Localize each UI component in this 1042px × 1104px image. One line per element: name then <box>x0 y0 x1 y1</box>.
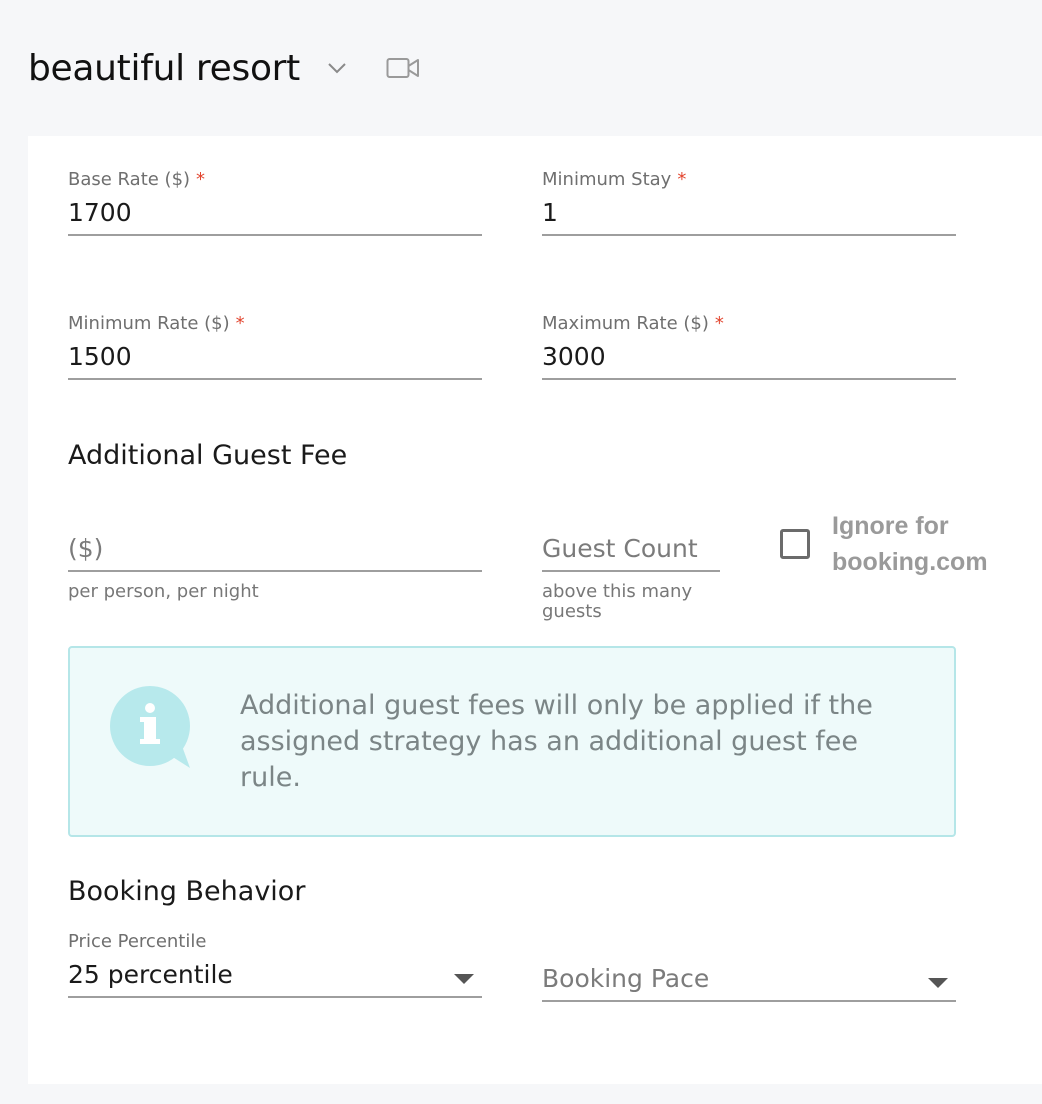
info-text: Additional guest fees will only be appli… <box>240 690 873 793</box>
guest-count-helper: above this many guests <box>542 581 693 622</box>
additional-guest-fee-title: Additional Guest Fee <box>68 440 348 471</box>
booking-pace-value[interactable]: Booking Pace <box>542 962 956 996</box>
base-rate-field[interactable]: Base Rate ($) * 1700 <box>68 168 482 236</box>
guest-fee-input[interactable]: ($) <box>68 532 482 566</box>
maximum-rate-label: Maximum Rate ($) * <box>542 313 724 334</box>
info-speech-bubble-icon <box>110 686 192 770</box>
price-percentile-value[interactable]: 25 percentile <box>68 958 482 992</box>
minimum-stay-input[interactable]: 1 <box>542 196 956 230</box>
booking-behavior-title: Booking Behavior <box>68 876 306 907</box>
base-rate-underline <box>68 234 482 236</box>
dropdown-arrow-icon[interactable] <box>454 974 474 984</box>
guest-fee-helper: per person, per night <box>68 581 259 602</box>
base-rate-input[interactable]: 1700 <box>68 196 482 230</box>
chevron-down-icon[interactable] <box>326 57 348 79</box>
settings-card: Base Rate ($) * 1700 Minimum Stay * 1 Mini… <box>28 136 1042 1084</box>
maximum-rate-field[interactable]: Maximum Rate ($) * 3000 <box>542 312 956 380</box>
dropdown-arrow-icon[interactable] <box>928 978 948 988</box>
minimum-rate-input[interactable]: 1500 <box>68 340 482 374</box>
guest-fee-underline <box>68 570 482 572</box>
price-percentile-select[interactable]: Price Percentile 25 percentile <box>68 930 482 998</box>
ignore-booking-com-checkbox-group[interactable]: Ignore for booking.com <box>780 508 1002 580</box>
price-percentile-underline <box>68 996 482 998</box>
guest-count-input[interactable]: Guest Count <box>542 532 720 566</box>
page-header: beautiful resort <box>28 44 420 92</box>
minimum-rate-field[interactable]: Minimum Rate ($) * 1500 <box>68 312 482 380</box>
booking-pace-select[interactable]: Booking Pace <box>542 958 956 1002</box>
minimum-stay-field[interactable]: Minimum Stay * 1 <box>542 168 956 236</box>
maximum-rate-underline <box>542 378 956 380</box>
video-camera-icon[interactable] <box>386 56 420 80</box>
ignore-booking-com-checkbox[interactable] <box>780 529 810 559</box>
page-title: beautiful resort <box>28 47 300 89</box>
guest-count-underline <box>542 570 720 572</box>
base-rate-label: Base Rate ($) * <box>68 169 206 190</box>
guest-fee-field[interactable]: ($) per person, per night <box>68 528 482 602</box>
price-percentile-label: Price Percentile <box>68 931 207 952</box>
guest-count-field[interactable]: Guest Count above this many guests <box>542 528 720 622</box>
minimum-stay-underline <box>542 234 956 236</box>
info-banner: Additional guest fees will only be appli… <box>68 646 956 837</box>
ignore-booking-com-label[interactable]: Ignore for booking.com <box>832 508 1002 580</box>
maximum-rate-input[interactable]: 3000 <box>542 340 956 374</box>
minimum-stay-label: Minimum Stay * <box>542 169 687 190</box>
minimum-rate-label: Minimum Rate ($) * <box>68 313 245 334</box>
minimum-rate-underline <box>68 378 482 380</box>
booking-pace-underline <box>542 1000 956 1002</box>
